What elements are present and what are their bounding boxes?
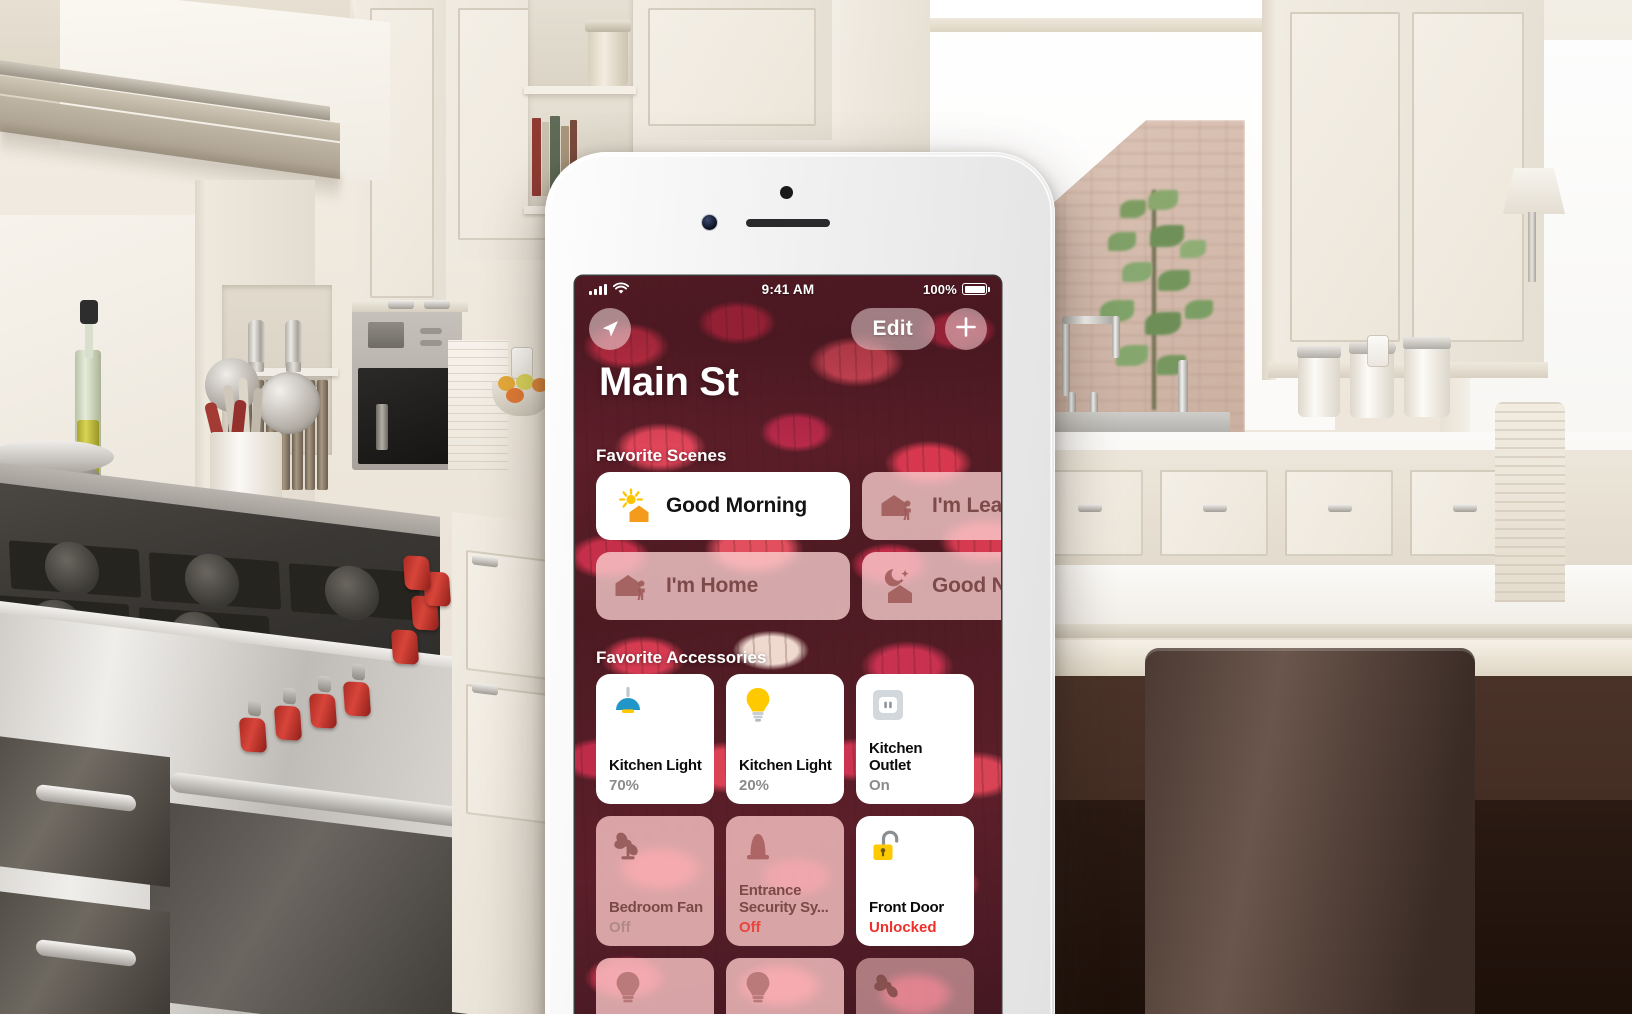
- accessory-name: Entrance Security Sy...: [739, 882, 829, 917]
- accessory-tile-front-door[interactable]: Front Door Unlocked: [856, 816, 974, 946]
- accessory-tile-entrance-security-system[interactable]: Entrance Security Sy... Off: [726, 816, 844, 946]
- pendant-lamp-icon: [609, 686, 647, 724]
- accessory-state: Off: [739, 919, 761, 936]
- favorite-accessories-header: Favorite Accessories: [596, 648, 767, 667]
- favorite-accessories-grid: Kitchen Light 70% Kitchen Light 20% Kitc…: [596, 674, 1001, 1014]
- scene-label: Good Night: [932, 574, 1001, 597]
- house-walking-person-icon: [614, 566, 654, 606]
- proximity-sensor: [780, 186, 793, 199]
- light-bulb-icon: [739, 970, 777, 1008]
- sunrise-house-icon: [614, 486, 654, 526]
- edit-button[interactable]: Edit: [850, 308, 935, 350]
- scene-label: Good Morning: [666, 494, 808, 517]
- accessory-tile-kitchen-light-2[interactable]: Kitchen Light 20%: [726, 674, 844, 804]
- add-button[interactable]: [945, 308, 987, 350]
- accessory-tile-bedroom-fan[interactable]: Bedroom Fan Off: [596, 816, 714, 946]
- accessory-tile-partial-2[interactable]: [726, 958, 844, 1014]
- home-nav-bar: Edit: [589, 308, 987, 350]
- front-camera-icon: [702, 215, 717, 230]
- power-outlet-icon: [869, 686, 907, 724]
- accessory-tile-partial-1[interactable]: [596, 958, 714, 1014]
- earpiece-speaker: [746, 219, 830, 227]
- status-bar: 9:41 AM 100%: [575, 276, 1001, 302]
- favorite-scenes-header: Favorite Scenes: [596, 446, 727, 465]
- accessory-tile-kitchen-light-1[interactable]: Kitchen Light 70%: [596, 674, 714, 804]
- fan-icon: [869, 970, 907, 1008]
- accessory-state: 70%: [609, 777, 640, 794]
- status-bar-time: 9:41 AM: [761, 281, 815, 297]
- fan-icon: [609, 828, 647, 866]
- moon-stars-house-icon: [880, 566, 920, 606]
- scene-label: I'm Leaving: [932, 494, 1001, 517]
- scene-tile-im-leaving[interactable]: I'm Leaving: [862, 472, 1001, 540]
- phone-screen: 9:41 AM 100% Edit Main St Favorite Scene…: [575, 276, 1001, 1014]
- scene-tile-good-night[interactable]: Good Night: [862, 552, 1001, 620]
- accessory-state: 20%: [739, 777, 770, 794]
- location-arrow-icon[interactable]: [589, 308, 631, 350]
- unlocked-padlock-icon: [869, 828, 907, 866]
- scene-tile-good-morning[interactable]: Good Morning: [596, 472, 850, 540]
- accessory-tile-partial-3[interactable]: [856, 958, 974, 1014]
- battery-full-icon: [962, 283, 990, 295]
- accessory-name: Kitchen Outlet: [869, 740, 923, 775]
- accessory-state: Off: [609, 919, 631, 936]
- house-walking-person-icon: [880, 486, 920, 526]
- scene-label: I'm Home: [666, 574, 759, 597]
- accessory-state: Unlocked: [869, 919, 937, 936]
- security-alarm-icon: [739, 828, 777, 866]
- page-title: Main St: [599, 360, 739, 404]
- accessory-name: Kitchen Light: [739, 757, 832, 775]
- accessory-name: Front Door: [869, 899, 944, 917]
- light-bulb-icon: [609, 970, 647, 1008]
- scene-tile-im-home[interactable]: I'm Home: [596, 552, 850, 620]
- favorite-scenes-grid: Good Morning I'm Leaving: [596, 472, 1001, 620]
- light-bulb-icon: [739, 686, 777, 724]
- accessory-tile-kitchen-outlet[interactable]: Kitchen Outlet On: [856, 674, 974, 804]
- accessory-state: On: [869, 777, 890, 794]
- accessory-name: Kitchen Light: [609, 757, 702, 775]
- accessory-name: Bedroom Fan: [609, 899, 703, 917]
